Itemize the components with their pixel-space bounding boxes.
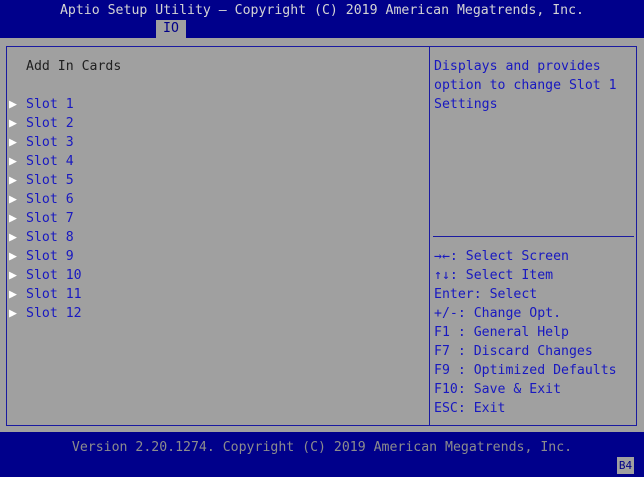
menu-item-slot-1[interactable]: ▶ Slot 1 bbox=[0, 95, 420, 114]
key-hint-select-screen: →←: Select Screen bbox=[434, 249, 569, 264]
menu-item-label: Slot 3 bbox=[26, 135, 74, 150]
submenu-arrow-icon: ▶ bbox=[9, 173, 17, 188]
submenu-arrow-icon: ▶ bbox=[9, 306, 17, 321]
menu-item-slot-12[interactable]: ▶ Slot 12 bbox=[0, 304, 420, 323]
key-hint-change-opt: +/-: Change Opt. bbox=[434, 306, 562, 321]
help-divider bbox=[433, 236, 634, 237]
submenu-arrow-icon: ▶ bbox=[9, 211, 17, 226]
menu-item-label: Slot 6 bbox=[26, 192, 74, 207]
key-hint-select-item: ↑↓: Select Item bbox=[434, 268, 554, 283]
key-legend: →←: Select Screen ↑↓: Select Item Enter:… bbox=[434, 247, 617, 418]
version-footer: Version 2.20.1274. Copyright (C) 2019 Am… bbox=[71, 440, 573, 455]
menu-item-label: Slot 1 bbox=[26, 97, 74, 112]
menu-item-slot-11[interactable]: ▶ Slot 11 bbox=[0, 285, 420, 304]
submenu-arrow-icon: ▶ bbox=[9, 268, 17, 283]
menu-item-label: Slot 12 bbox=[26, 306, 82, 321]
key-hint-optimized-defaults: F9 : Optimized Defaults bbox=[434, 363, 617, 378]
menu-item-slot-9[interactable]: ▶ Slot 9 bbox=[0, 247, 420, 266]
post-code-badge: B4 bbox=[617, 457, 634, 474]
submenu-arrow-icon: ▶ bbox=[9, 249, 17, 264]
main-panel: Add In Cards ▶ Slot 1 ▶ Slot 2 ▶ Slot 3 ▶ Sl… bbox=[0, 38, 644, 432]
section-title: Add In Cards bbox=[26, 59, 122, 74]
slot-list: ▶ Slot 1 ▶ Slot 2 ▶ Slot 3 ▶ Slot 4 ▶ Slot 5 … bbox=[0, 95, 420, 323]
menu-item-slot-8[interactable]: ▶ Slot 8 bbox=[0, 228, 420, 247]
menu-item-slot-6[interactable]: ▶ Slot 6 bbox=[0, 190, 420, 209]
tab-io[interactable]: IO bbox=[156, 20, 186, 38]
help-text: Displays and provides option to change S… bbox=[434, 59, 625, 112]
key-hint-general-help: F1 : General Help bbox=[434, 325, 569, 340]
submenu-arrow-icon: ▶ bbox=[9, 230, 17, 245]
menu-item-label: Slot 10 bbox=[26, 268, 82, 283]
menu-item-label: Slot 2 bbox=[26, 116, 74, 131]
menu-item-label: Slot 5 bbox=[26, 173, 74, 188]
panel-divider bbox=[429, 46, 430, 426]
submenu-arrow-icon: ▶ bbox=[9, 116, 17, 131]
menu-item-label: Slot 9 bbox=[26, 249, 74, 264]
menu-item-slot-2[interactable]: ▶ Slot 2 bbox=[0, 114, 420, 133]
app-title: Aptio Setup Utility – Copyright (C) 2019… bbox=[59, 3, 584, 18]
submenu-arrow-icon: ▶ bbox=[9, 97, 17, 112]
menu-item-slot-3[interactable]: ▶ Slot 3 bbox=[0, 133, 420, 152]
menu-item-slot-4[interactable]: ▶ Slot 4 bbox=[0, 152, 420, 171]
key-hint-save-exit: F10: Save & Exit bbox=[434, 382, 562, 397]
submenu-arrow-icon: ▶ bbox=[9, 287, 17, 302]
menu-item-slot-5[interactable]: ▶ Slot 5 bbox=[0, 171, 420, 190]
menu-item-label: Slot 7 bbox=[26, 211, 74, 226]
key-hint-discard-changes: F7 : Discard Changes bbox=[434, 344, 593, 359]
key-hint-exit: ESC: Exit bbox=[434, 401, 506, 416]
key-hint-enter: Enter: Select bbox=[434, 287, 538, 302]
submenu-arrow-icon: ▶ bbox=[9, 192, 17, 207]
menu-item-label: Slot 8 bbox=[26, 230, 74, 245]
submenu-arrow-icon: ▶ bbox=[9, 154, 17, 169]
menu-item-label: Slot 4 bbox=[26, 154, 74, 169]
menu-item-slot-10[interactable]: ▶ Slot 10 bbox=[0, 266, 420, 285]
submenu-arrow-icon: ▶ bbox=[9, 135, 17, 150]
menu-item-slot-7[interactable]: ▶ Slot 7 bbox=[0, 209, 420, 228]
menu-item-label: Slot 11 bbox=[26, 287, 82, 302]
